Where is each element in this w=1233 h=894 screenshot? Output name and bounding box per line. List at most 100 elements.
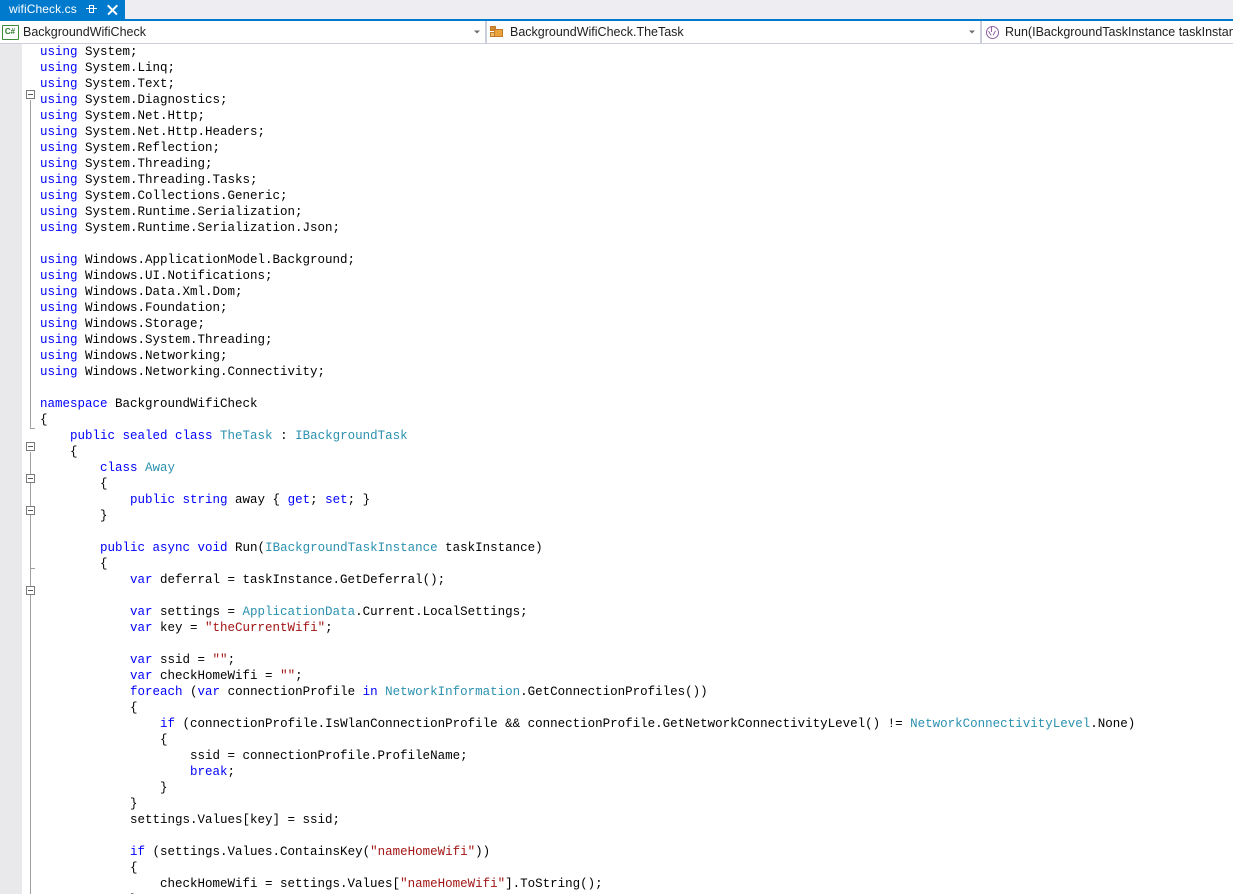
code-token: System.Runtime.Serialization;: [85, 205, 303, 219]
code-token: set: [325, 493, 348, 507]
outline-guide-tick: [30, 568, 35, 569]
code-line: var ssid = "";: [40, 652, 1233, 668]
code-line: {: [40, 860, 1233, 876]
code-token: settings =: [160, 605, 243, 619]
code-line: using Windows.UI.Notifications;: [40, 268, 1233, 284]
code-token: .Current.LocalSettings;: [355, 605, 528, 619]
code-token: var: [197, 685, 228, 699]
code-line: using System.Net.Http.Headers;: [40, 124, 1233, 140]
chevron-down-icon[interactable]: [969, 30, 975, 34]
code-token: IBackgroundTask: [295, 429, 408, 443]
code-token: var: [130, 669, 161, 683]
outline-guide-line: [30, 452, 31, 894]
code-token: using: [40, 269, 86, 283]
code-line: {: [40, 732, 1233, 748]
code-token: key =: [160, 621, 206, 635]
code-token: }: [40, 509, 108, 523]
code-token: connectionProfile: [227, 685, 363, 699]
code-token: using: [40, 157, 86, 171]
code-line: break;: [40, 764, 1233, 780]
document-tab-wificheck[interactable]: wifiCheck.cs: [0, 0, 125, 19]
code-token: System.Threading.Tasks;: [85, 173, 258, 187]
tab-title: wifiCheck.cs: [9, 2, 77, 16]
code-line: checkHomeWifi = settings.Values["nameHom…: [40, 876, 1233, 892]
code-token: var: [130, 621, 161, 635]
code-token: var: [130, 573, 161, 587]
code-token: using: [40, 333, 86, 347]
code-line: var settings = ApplicationData.Current.L…: [40, 604, 1233, 620]
code-token: public async void: [100, 541, 236, 555]
code-token: checkHomeWifi =: [160, 669, 281, 683]
code-token: checkHomeWifi = settings.Values[: [40, 877, 401, 891]
code-line: using System.Runtime.Serialization.Json;: [40, 220, 1233, 236]
code-token: .None): [1090, 717, 1136, 731]
code-line: class Away: [40, 460, 1233, 476]
code-token: }: [40, 781, 168, 795]
class-icon: [487, 25, 507, 39]
member-dropdown-value: Run(IBackgroundTaskInstance taskInstance…: [1005, 25, 1233, 39]
code-token: System;: [85, 45, 138, 59]
code-line: using System.Threading.Tasks;: [40, 172, 1233, 188]
code-line: using System.Text;: [40, 76, 1233, 92]
code-line: namespace BackgroundWifiCheck: [40, 396, 1233, 412]
code-token: var: [130, 605, 161, 619]
code-line: }: [40, 508, 1233, 524]
code-token: using: [40, 77, 86, 91]
code-token: using: [40, 141, 86, 155]
code-token: ;: [325, 621, 333, 635]
code-token: using: [40, 205, 86, 219]
code-token: )): [475, 845, 491, 859]
navigation-bar: C# BackgroundWifiCheck BackgroundWifiChe…: [0, 21, 1233, 44]
code-token: using: [40, 317, 86, 331]
class-dropdown[interactable]: BackgroundWifiCheck.TheTask: [486, 21, 981, 43]
code-line: }: [40, 780, 1233, 796]
code-token: using: [40, 125, 86, 139]
fold-namespace[interactable]: [26, 442, 35, 451]
code-token: System.Reflection;: [85, 141, 221, 155]
code-line: }: [40, 796, 1233, 812]
code-token: .GetConnectionProfiles()): [520, 685, 708, 699]
code-token: using: [40, 173, 86, 187]
code-token: ].ToString();: [505, 877, 603, 891]
code-token: public sealed class: [70, 429, 221, 443]
code-token: Windows.System.Threading;: [85, 333, 273, 347]
code-line: using System.Linq;: [40, 60, 1233, 76]
member-dropdown[interactable]: Run(IBackgroundTaskInstance taskInstance…: [981, 21, 1233, 43]
code-token: Windows.Data.Xml.Dom;: [85, 285, 243, 299]
code-token: System.Threading;: [85, 157, 213, 171]
code-token: taskInstance): [437, 541, 543, 555]
code-line: using System.Threading;: [40, 156, 1233, 172]
code-token: Windows.UI.Notifications;: [85, 269, 273, 283]
code-token: using: [40, 109, 86, 123]
pin-icon[interactable]: [85, 4, 97, 15]
fold-run-method[interactable]: [26, 586, 35, 595]
code-token: ; }: [347, 493, 371, 507]
code-token: Run(: [235, 541, 266, 555]
chevron-down-icon[interactable]: [474, 30, 480, 34]
code-token: foreach: [130, 685, 191, 699]
code-token: ;: [227, 765, 236, 779]
code-token: ;: [295, 669, 303, 683]
code-token: using: [40, 285, 86, 299]
code-token: using: [40, 189, 86, 203]
code-token: (: [190, 685, 198, 699]
code-token: }: [40, 797, 138, 811]
code-line: if (settings.Values.ContainsKey("nameHom…: [40, 844, 1233, 860]
code-text-area[interactable]: using System; using System.Linq; using Sys…: [40, 44, 1233, 894]
selection-margin[interactable]: [0, 44, 23, 894]
outlining-margin[interactable]: [23, 44, 40, 894]
fold-usings[interactable]: [26, 90, 35, 99]
close-icon[interactable]: [107, 4, 118, 15]
code-line: {: [40, 556, 1233, 572]
fold-inner-class[interactable]: [26, 506, 35, 515]
code-line: using System.Reflection;: [40, 140, 1233, 156]
project-dropdown[interactable]: C# BackgroundWifiCheck: [0, 21, 486, 43]
fold-class[interactable]: [26, 474, 35, 483]
code-token: {: [40, 701, 138, 715]
code-editor[interactable]: using System; using System.Linq; using Sys…: [0, 44, 1233, 894]
